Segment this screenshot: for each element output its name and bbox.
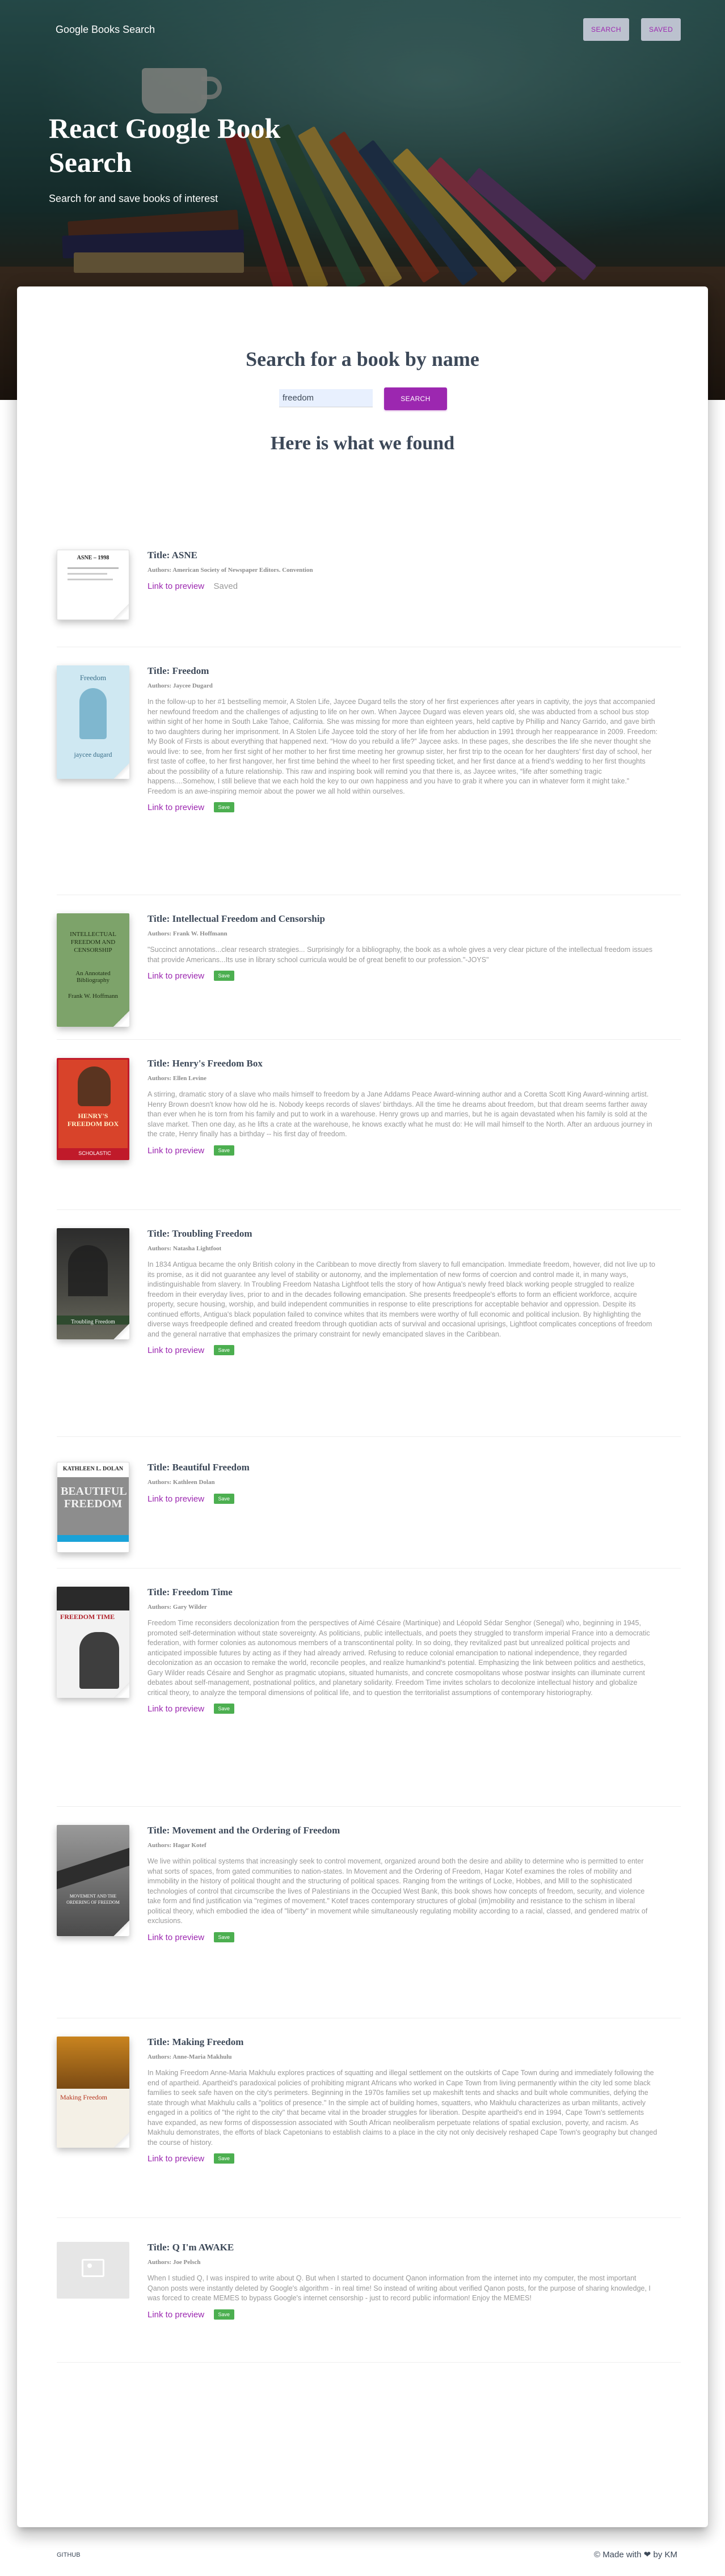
preview-link[interactable]: Link to preview (147, 1146, 204, 1156)
save-button[interactable]: Save (213, 1345, 235, 1355)
book-description: In 1834 Antigua became the only British … (147, 1260, 655, 1338)
nav-saved-button[interactable]: SAVED (641, 18, 681, 41)
preview-link[interactable]: Link to preview (147, 803, 204, 812)
book-description: When I studied Q, I was inspired to writ… (147, 2274, 651, 2302)
preview-link[interactable]: Link to preview (147, 2310, 204, 2320)
book-authors: Authors: Hagar Kotef (147, 1842, 206, 1849)
book-title: Title: Making Freedom (147, 2037, 244, 2047)
book-cover-image: Making Freedom (57, 2037, 129, 2148)
preview-link[interactable]: Link to preview (147, 1346, 204, 1355)
search-input[interactable] (279, 389, 373, 407)
footer-made-with: © Made with (593, 2550, 642, 2560)
saved-status: Saved (213, 581, 238, 591)
footer-author: by KM (653, 2550, 677, 2560)
hero-title: React Google Book Search (49, 112, 281, 178)
book-authors: Authors: Ellen Levine (147, 1075, 206, 1082)
save-button[interactable]: Save (213, 802, 235, 812)
heart-icon: ❤ (643, 2550, 651, 2560)
book-title: Title: Troubling Freedom (147, 1228, 252, 1239)
book-authors: Authors: Frank W. Hoffmann (147, 930, 227, 937)
book-cover-image: ASNE – 1998 (57, 550, 129, 620)
save-button[interactable]: Save (213, 2309, 235, 2320)
list-item: ASNE – 1998 Title: ASNE Authors: America… (57, 513, 681, 647)
list-item: Making Freedom Title: Making Freedom Aut… (57, 2018, 681, 2218)
book-title: Title: Freedom Time (147, 1587, 233, 1597)
book-description: We live within political systems that in… (147, 1857, 648, 1925)
book-title: Title: Beautiful Freedom (147, 1462, 250, 1473)
book-description: A stirring, dramatic story of a slave wh… (147, 1090, 652, 1138)
book-description: In Making Freedom Anne-Maria Makhulu exp… (147, 2069, 657, 2147)
nav-search-button[interactable]: SEARCH (583, 18, 630, 41)
book-cover-placeholder-image (57, 2242, 129, 2299)
book-title: Title: Intellectual Freedom and Censorsh… (147, 913, 325, 924)
book-title: Title: Henry's Freedom Box (147, 1058, 263, 1069)
save-button[interactable]: Save (213, 1145, 235, 1156)
preview-link[interactable]: Link to preview (147, 581, 204, 591)
save-button[interactable]: Save (213, 1932, 235, 1942)
book-title: Title: Freedom (147, 665, 209, 676)
save-button[interactable]: Save (213, 2153, 235, 2164)
book-authors: Authors: Kathleen Dolan (147, 1479, 215, 1486)
list-item: HENRY'S FREEDOM BOX SCHOLASTIC Title: He… (57, 1040, 681, 1210)
navbar: Google Books Search SEARCH SAVED (0, 0, 725, 59)
list-item: Title: Q I'm AWAKE Authors: Joe Pelsch W… (57, 2218, 681, 2363)
github-link[interactable]: GITHUB (57, 2552, 81, 2558)
save-button[interactable]: Save (213, 1494, 235, 1504)
book-description: "Succinct annotations...clear research s… (147, 946, 653, 964)
preview-link[interactable]: Link to preview (147, 971, 204, 981)
search-button[interactable]: SEARCH (384, 387, 447, 410)
book-authors: Authors: Gary Wilder (147, 1604, 207, 1610)
list-item: FREEDOM TIME Title: Freedom Time Authors… (57, 1569, 681, 1807)
results-heading: Here is what we found (270, 433, 455, 454)
book-title: Title: Movement and the Ordering of Free… (147, 1825, 340, 1836)
book-authors: Authors: Joe Pelsch (147, 2259, 201, 2266)
book-title: Title: Q I'm AWAKE (147, 2242, 234, 2253)
preview-link[interactable]: Link to preview (147, 1494, 204, 1504)
preview-link[interactable]: Link to preview (147, 2154, 204, 2164)
book-authors: Authors: American Society of Newspaper E… (147, 567, 313, 574)
preview-link[interactable]: Link to preview (147, 1704, 204, 1714)
hero-subtitle: Search for and save books of interest (49, 193, 218, 204)
book-description: In the follow-up to her #1 bestselling m… (147, 698, 658, 795)
search-heading: Search for a book by name (246, 348, 479, 370)
book-authors: Authors: Natasha Lightfoot (147, 1245, 222, 1252)
list-item: MOVEMENT AND THE ORDERING OF FREEDOM Tit… (57, 1807, 681, 2018)
preview-link[interactable]: Link to preview (147, 1933, 204, 1942)
book-cover-image: Freedom jaycee dugard (57, 665, 129, 779)
brand-link[interactable]: Google Books Search (56, 24, 155, 36)
list-item: INTELLECTUAL FREEDOM AND CENSORSHIP An A… (57, 895, 681, 1040)
book-cover-image: INTELLECTUAL FREEDOM AND CENSORSHIP An A… (57, 913, 129, 1027)
list-item: Troubling Freedom Title: Troubling Freed… (57, 1210, 681, 1437)
book-description: Freedom Time reconsiders decolonization … (147, 1619, 650, 1697)
save-button[interactable]: Save (213, 1704, 235, 1714)
book-cover-image: MOVEMENT AND THE ORDERING OF FREEDOM (57, 1825, 129, 1936)
main-card: Search for a book by name SEARCH Here is… (17, 286, 708, 2527)
list-item: KATHLEEN L. DOLAN BEAUTIFUL FREEDOM Titl… (57, 1437, 681, 1569)
list-item: Freedom jaycee dugard Title: Freedom Aut… (57, 647, 681, 895)
book-cover-image: FREEDOM TIME (57, 1587, 129, 1698)
footer-credit: © Made with ❤ by KM (594, 2549, 677, 2560)
book-cover-image: HENRY'S FREEDOM BOX SCHOLASTIC (57, 1058, 129, 1160)
book-authors: Authors: Jaycee Dugard (147, 682, 213, 689)
book-title: Title: ASNE (147, 550, 198, 560)
book-cover-image: KATHLEEN L. DOLAN BEAUTIFUL FREEDOM (57, 1462, 129, 1553)
book-cover-image: Troubling Freedom (57, 1228, 129, 1339)
book-authors: Authors: Anne-Maria Makhulu (147, 2054, 232, 2060)
save-button[interactable]: Save (213, 971, 235, 981)
